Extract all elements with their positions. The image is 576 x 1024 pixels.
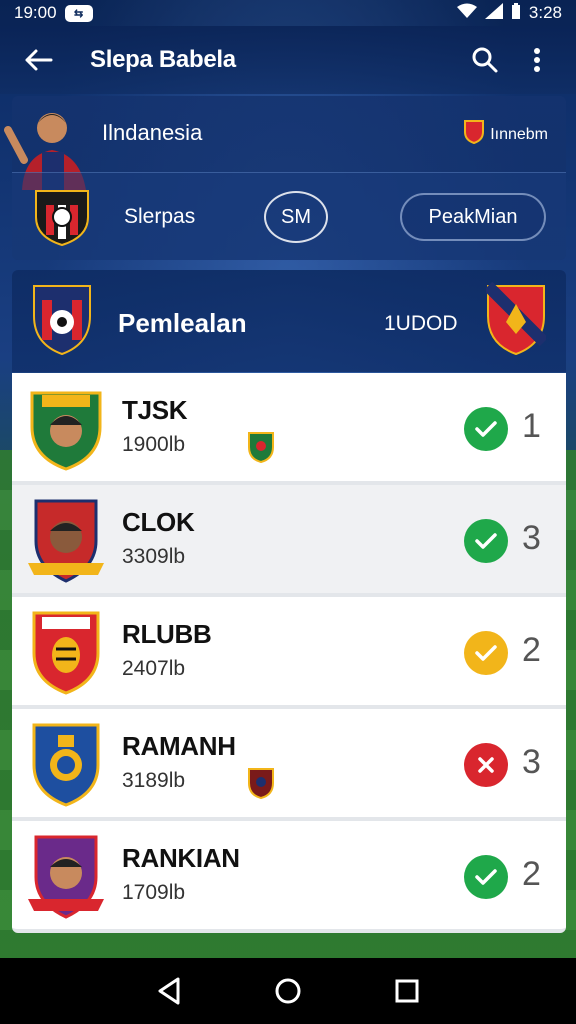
status-bar: 19:00 ⇆ 3:28 (0, 0, 576, 26)
club-badge-icon (28, 833, 104, 919)
mini-crest-icon (248, 431, 274, 468)
club-count: 2 (522, 631, 541, 669)
list-item[interactable]: RAMANH 3189lb 3 (12, 709, 566, 821)
club-badge-icon (28, 385, 104, 471)
team-crest-icon (34, 187, 90, 252)
club-weight: 1709lb (122, 881, 186, 904)
club-count: 2 (522, 855, 541, 893)
list-item[interactable]: CLOK 3309lb 3 (12, 485, 566, 597)
back-arrow-icon[interactable] (18, 40, 58, 80)
check-status-icon (464, 407, 508, 451)
nav-back-icon[interactable] (149, 971, 189, 1011)
wifi-icon (456, 3, 477, 24)
nav-home-icon[interactable] (268, 971, 308, 1011)
club-weight: 3189lb (122, 769, 186, 792)
error-status-icon (464, 743, 508, 787)
status-time: 19:00 (14, 3, 57, 22)
club-weight: 2407lb (122, 657, 186, 680)
team-hero-card: Ilndanesia Iınnebm Slerpas SM PeakMian (4, 96, 566, 260)
club-count: 3 (522, 519, 541, 557)
club-badge-icon (28, 497, 104, 583)
list-item[interactable]: TJSK 1900lb 1 (12, 373, 566, 485)
club-badge-icon (28, 609, 104, 695)
league-score: 1UDOD (384, 312, 458, 335)
signal-icon (484, 2, 503, 24)
country-label: Ilndanesia (102, 120, 203, 145)
league-header: Pemlealan 1UDOD (12, 270, 566, 372)
club-name: CLOK (122, 507, 195, 537)
club-name: RANKIAN (122, 843, 240, 873)
nav-recents-icon[interactable] (387, 971, 427, 1011)
hero-actions-row: Slerpas SM PeakMian (12, 172, 566, 260)
more-vert-icon[interactable] (516, 39, 558, 81)
list-item[interactable]: RLUBB 2407lb 2 (12, 597, 566, 709)
league-right-crest-icon (483, 281, 549, 361)
app-bar: Slepa Babela (0, 26, 576, 94)
club-badge-icon (28, 721, 104, 807)
brand-shield-icon (464, 120, 485, 149)
club-count: 1 (522, 407, 541, 445)
system-nav-bar (0, 958, 576, 1024)
notification-icon: ⇆ (64, 4, 93, 22)
page-title: Slepa Babela (90, 46, 236, 73)
warning-status-icon (464, 631, 508, 675)
sm-button[interactable]: SM (264, 191, 328, 243)
battery-icon (511, 2, 521, 24)
club-name: RAMANH (122, 731, 236, 761)
search-icon[interactable] (464, 39, 506, 81)
club-weight: 3309lb (122, 545, 186, 568)
league-left-crest-icon (32, 280, 92, 361)
check-status-icon (464, 855, 508, 899)
mini-crest-icon (248, 767, 274, 804)
peak-button[interactable]: PeakMian (400, 193, 546, 241)
club-name: TJSK (122, 395, 188, 425)
team-list: TJSK 1900lb 1 CLOK 3309lb 3 RLUBB 2407lb… (12, 373, 566, 933)
brand-label: Iınnebm (464, 120, 548, 149)
list-item[interactable]: RANKIAN 1709lb 2 (12, 821, 566, 933)
club-count: 3 (522, 743, 541, 781)
league-name: Pemlealan (118, 308, 247, 338)
club-name: RLUBB (122, 619, 212, 649)
status-right-time: 3:28 (528, 3, 562, 22)
brand-text: Iınnebm (490, 125, 548, 143)
club-weight: 1900lb (122, 433, 186, 456)
team-subtitle: Slerpas (124, 205, 196, 228)
check-status-icon (464, 519, 508, 563)
